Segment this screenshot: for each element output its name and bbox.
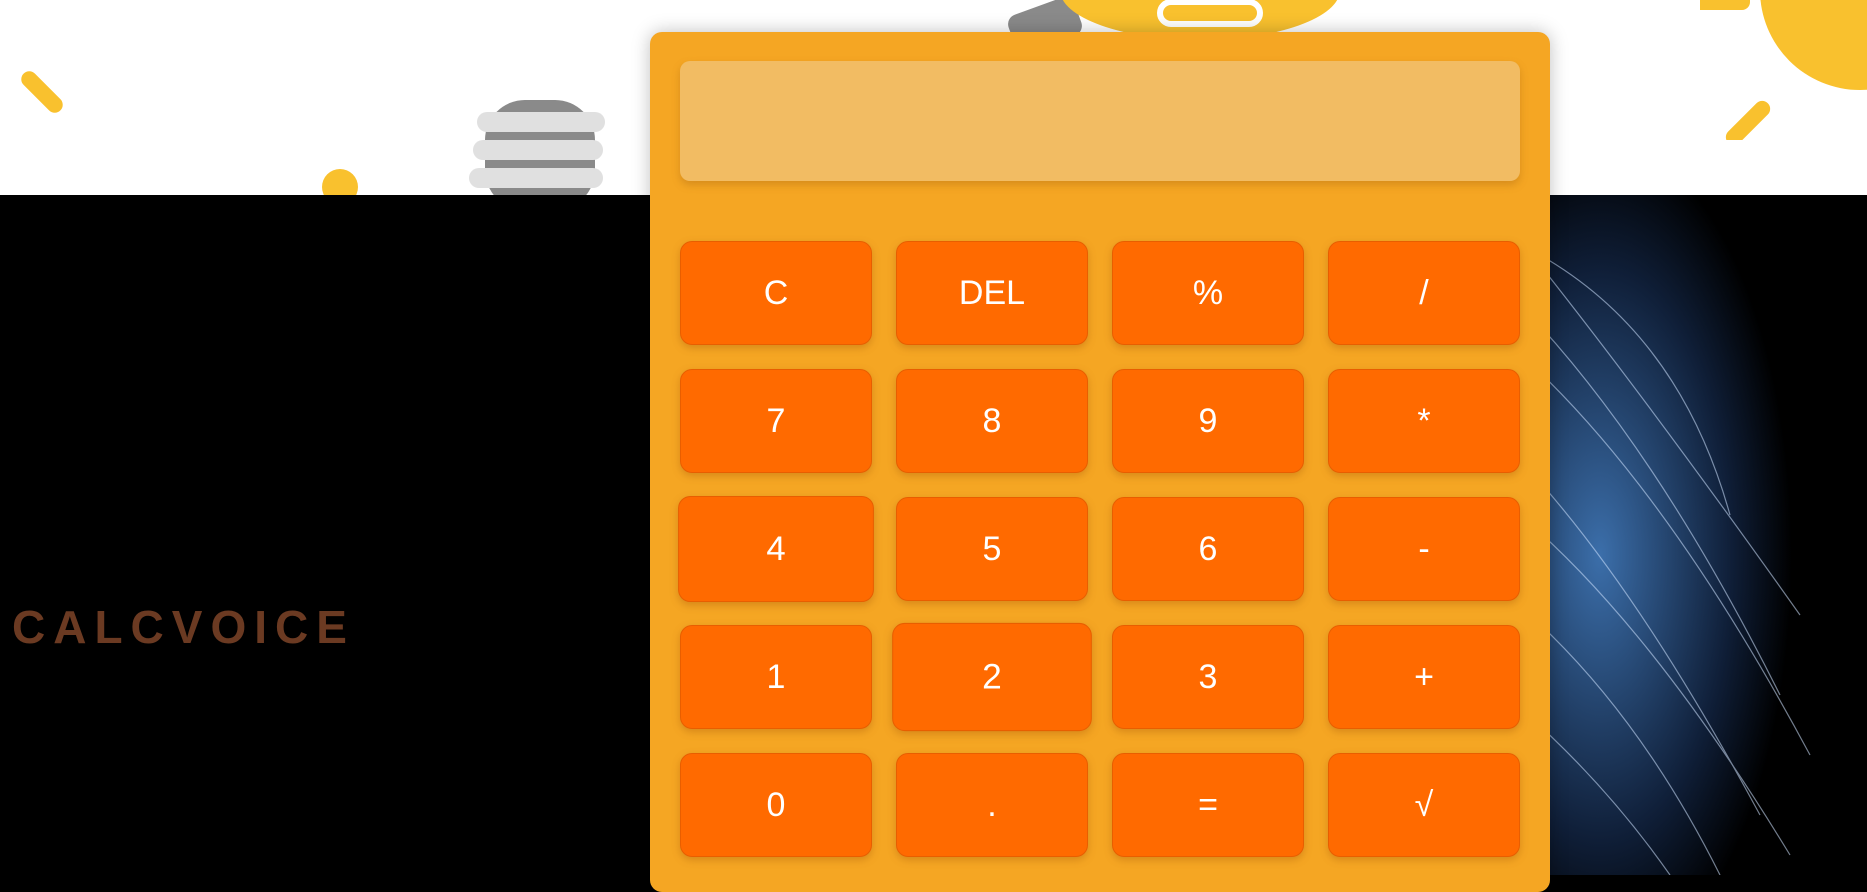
keypad: C DEL%/ 7 8 9 * 4 5 6- 1 2 3 +0. = √ [678, 241, 1520, 857]
digit-8-button[interactable]: 8 [896, 369, 1088, 473]
lightbulb-icon [322, 169, 358, 195]
digit-1-button[interactable]: 1 [680, 625, 872, 729]
multiply-button[interactable]: * [1328, 369, 1520, 473]
lightbulb-icon [21, 71, 63, 113]
lightbulb-icon [1700, 0, 1867, 140]
calculator: C DEL%/ 7 8 9 * 4 5 6- 1 2 3 +0. = √ [650, 32, 1550, 892]
add-button[interactable]: + [1328, 625, 1520, 729]
subtract-button[interactable]: - [1328, 497, 1520, 601]
digit-9-button[interactable]: 9 [1112, 369, 1304, 473]
digit-3-button[interactable]: 3 [1112, 625, 1304, 729]
digit-0-button[interactable]: 0 [680, 753, 872, 857]
percent-button[interactable]: % [1112, 241, 1304, 345]
app-brand-title: CALCVOICE [12, 601, 355, 653]
delete-button[interactable]: DEL [896, 241, 1088, 345]
digit-7-button[interactable]: 7 [680, 369, 872, 473]
digit-6-button[interactable]: 6 [1112, 497, 1304, 601]
decimal-button[interactable]: . [896, 753, 1088, 857]
clear-button[interactable]: C [680, 241, 872, 345]
digit-2-button[interactable]: 2 [892, 622, 1092, 732]
digit-4-button[interactable]: 4 [678, 495, 874, 603]
lightbulb-icon [469, 100, 605, 195]
equals-button[interactable]: = [1112, 753, 1304, 857]
digit-5-button[interactable]: 5 [896, 497, 1088, 601]
sqrt-button[interactable]: √ [1328, 753, 1520, 857]
divide-button[interactable]: / [1328, 241, 1520, 345]
calculator-display[interactable] [680, 61, 1520, 181]
